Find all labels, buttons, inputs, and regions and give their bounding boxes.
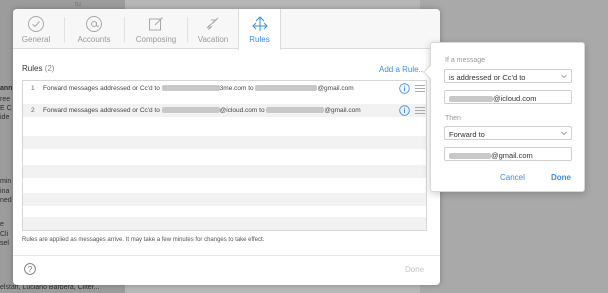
redacted-address: [255, 85, 318, 92]
preferences-dialog: General Accounts Composing Vacation Rule…: [13, 9, 440, 285]
rule-text: Forward messages addressed or Cc'd to: [43, 107, 160, 114]
popover-done-button[interactable]: Done: [551, 173, 571, 182]
done-button[interactable]: Done: [405, 265, 424, 274]
chevron-down-icon: [561, 131, 567, 136]
rules-title-text: Rules: [22, 64, 43, 73]
redacted-address: [449, 96, 493, 103]
rule-target-suffix: @gmail.com: [324, 107, 361, 114]
empty-row: [23, 165, 426, 178]
cancel-button[interactable]: Cancel: [500, 173, 525, 182]
bg-text: ned: [0, 197, 12, 204]
tab-bar: General Accounts Composing Vacation Rule…: [13, 9, 440, 50]
target-field[interactable]: @gmail.com: [444, 147, 572, 161]
bg-text: Cli: [0, 231, 9, 238]
svg-text:?: ?: [28, 265, 33, 274]
rule-editor-popover: If a message is addressed or Cc'd to @ic…: [422, 42, 585, 192]
redacted-address: [266, 107, 325, 114]
rules-count: (2): [44, 64, 55, 73]
rule-description: Forward messages addressed or Cc'd to 3m…: [43, 85, 354, 92]
condition-select[interactable]: is addressed or Cc'd to: [444, 69, 572, 83]
info-icon[interactable]: [399, 105, 410, 116]
airplane-icon: [204, 15, 222, 33]
chevron-down-icon: [561, 74, 567, 79]
tab-label: Accounts: [77, 35, 111, 44]
bg-text: tu: [75, 1, 81, 8]
bg-text: ree: [0, 96, 11, 103]
bg-text: ide: [0, 114, 10, 121]
check-circle-icon: [27, 15, 45, 33]
tab-label: Rules: [249, 35, 270, 44]
drag-handle-icon[interactable]: [415, 107, 425, 114]
empty-row: [23, 217, 426, 230]
action-select[interactable]: Forward to: [444, 126, 572, 140]
tab-label: Vacation: [197, 35, 229, 44]
bg-text: ann: [0, 85, 13, 92]
rule-number: 1: [31, 85, 35, 92]
tab-label: Composing: [135, 35, 177, 44]
at-sign-icon: [85, 15, 103, 33]
help-icon[interactable]: ?: [24, 263, 36, 275]
add-rule-link[interactable]: Add a Rule...: [379, 65, 425, 74]
redacted-address: [161, 107, 220, 114]
rule-address-suffix: @icloud.com to: [219, 107, 265, 114]
bg-text: ina: [0, 188, 10, 195]
tab-accounts[interactable]: Accounts: [68, 9, 120, 49]
tab-divider: [64, 17, 65, 43]
tab-composing[interactable]: Composing: [125, 9, 187, 49]
tab-vacation[interactable]: Vacation: [188, 9, 238, 49]
arrows-icon: [251, 15, 269, 33]
rule-row[interactable]: 2 Forward messages addressed or Cc'd to …: [23, 104, 426, 117]
empty-row: [23, 193, 426, 206]
compose-icon: [147, 15, 165, 33]
action-value: Forward to: [449, 130, 485, 139]
address-value: @icloud.com: [449, 94, 536, 103]
rule-number: 2: [31, 107, 35, 114]
if-label: If a message: [445, 57, 486, 64]
redacted-address: [449, 153, 491, 160]
rules-list: 1 Forward messages addressed or Cc'd to …: [22, 80, 427, 231]
target-suffix: @gmail.com: [491, 151, 533, 160]
bg-text: elstaff, Luciano Barbera, Ciiter...: [0, 284, 100, 291]
empty-row: [23, 136, 426, 149]
address-suffix: @icloud.com: [493, 94, 537, 103]
drag-handle-icon[interactable]: [415, 85, 425, 92]
footer-divider: [13, 255, 440, 256]
then-label: Then: [445, 115, 461, 122]
target-value: @gmail.com: [449, 151, 533, 160]
info-icon[interactable]: [399, 83, 410, 94]
bg-text: e: [0, 221, 4, 228]
rule-text: Forward messages addressed or Cc'd to: [43, 85, 160, 92]
tab-label: General: [21, 35, 51, 44]
tab-general[interactable]: General: [13, 9, 59, 49]
rules-heading: Rules (2): [22, 64, 54, 73]
tab-rules[interactable]: Rules: [238, 9, 281, 50]
condition-value: is addressed or Cc'd to: [449, 73, 526, 82]
bg-text: min: [0, 178, 12, 185]
rule-description: Forward messages addressed or Cc'd to @i…: [43, 107, 361, 114]
rule-row[interactable]: 1 Forward messages addressed or Cc'd to …: [23, 82, 426, 95]
address-field[interactable]: @icloud.com: [444, 90, 572, 104]
rule-address-suffix: 3me.com to: [219, 85, 254, 92]
bg-text: sel: [0, 240, 9, 247]
bg-text: E C: [0, 105, 12, 112]
redacted-address: [161, 85, 220, 92]
rule-target-suffix: @gmail.com: [317, 85, 354, 92]
rules-note: Rules are applied as messages arrive. It…: [22, 237, 265, 243]
